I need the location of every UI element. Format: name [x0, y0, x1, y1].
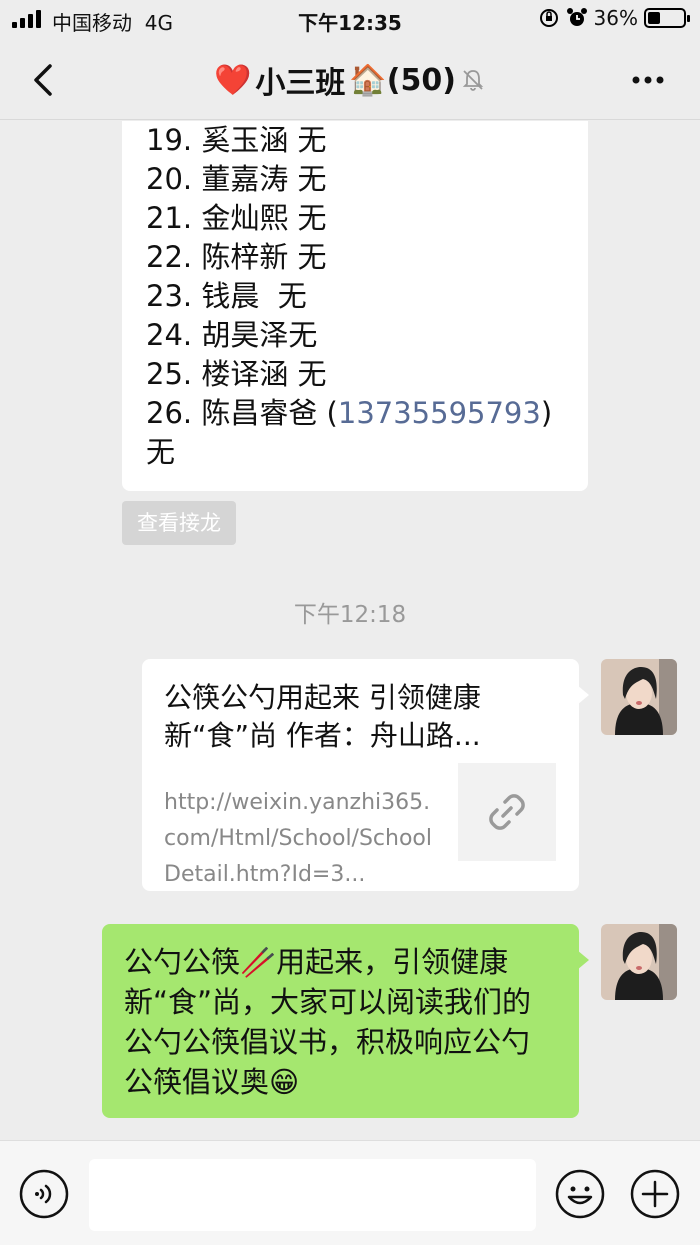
link-url: http://weixin.yanzhi365.com/Html/School/…	[164, 790, 433, 887]
voice-icon[interactable]	[19, 1169, 69, 1219]
link-icon	[489, 794, 525, 830]
orientation-lock-icon	[539, 9, 558, 27]
view-jielong-button[interactable]: 查看接龙	[122, 501, 236, 545]
link-card-message[interactable]: 公筷公勺用起来 引领健康新“食”尚 作者：舟山路... http://weixi…	[142, 659, 589, 891]
jielong-message[interactable]: 19. 奚玉涵 无 20. 董嘉涛 无 21. 金灿熙 无 22. 陈梓新 无 …	[122, 121, 588, 491]
phone-number-link[interactable]: 13735595793	[338, 396, 541, 430]
chat-header: ❤️ 小三班 🏠(50)	[0, 40, 700, 120]
jielong-line: 22. 陈梓新 无	[146, 240, 327, 274]
jielong-line: 24. 胡昊泽无	[146, 318, 318, 352]
input-bar	[0, 1140, 700, 1245]
chat-title[interactable]: ❤️ 小三班 🏠(50)	[0, 58, 700, 102]
emoji-icon[interactable]	[555, 1169, 605, 1219]
jielong-line: 无	[146, 435, 176, 469]
status-bar: 中国移动 4G 下午12:35 36%	[0, 0, 700, 40]
jielong-line: 25. 楼译涵 无	[146, 357, 327, 391]
mute-bell-icon	[462, 70, 484, 91]
avatar[interactable]	[601, 659, 677, 735]
heart-emoji: ❤️	[214, 62, 252, 98]
battery-percent: 36%	[593, 6, 638, 30]
message-timestamp: 下午12:18	[293, 602, 407, 628]
group-member-count: 🏠(50)	[349, 62, 456, 98]
line26-suffix: )	[540, 396, 553, 430]
more-icon[interactable]	[628, 62, 668, 98]
jielong-line: 19. 奚玉涵 无	[146, 123, 327, 157]
link-thumbnail	[458, 763, 556, 861]
jielong-line: 23. 钱晨 无	[146, 279, 307, 313]
plus-icon[interactable]	[630, 1169, 680, 1219]
avatar[interactable]	[601, 924, 677, 1000]
sent-text-message[interactable]: 公勺公筷🥢用起来，引领健康新“食”尚，大家可以阅读我们的公勺公筷倡议书，积极响应…	[102, 924, 589, 1118]
jielong-line: 21. 金灿熙 无	[146, 201, 327, 235]
jielong-line: 20. 董嘉涛 无	[146, 162, 327, 196]
message-input[interactable]	[89, 1159, 536, 1231]
status-right: 36%	[538, 6, 690, 30]
jielong-line-26: 26. 陈昌睿爸 (13735595793)	[146, 394, 564, 433]
battery-icon	[644, 8, 690, 28]
chat-messages[interactable]: 19. 奚玉涵 无 20. 董嘉涛 无 21. 金灿熙 无 22. 陈梓新 无 …	[0, 121, 700, 1140]
line26-prefix: 26. 陈昌睿爸 (	[146, 396, 338, 430]
group-name: 小三班	[255, 66, 346, 101]
link-title: 公筷公勺用起来 引领健康新“食”尚 作者：舟山路...	[164, 681, 481, 752]
alarm-icon	[566, 8, 587, 26]
